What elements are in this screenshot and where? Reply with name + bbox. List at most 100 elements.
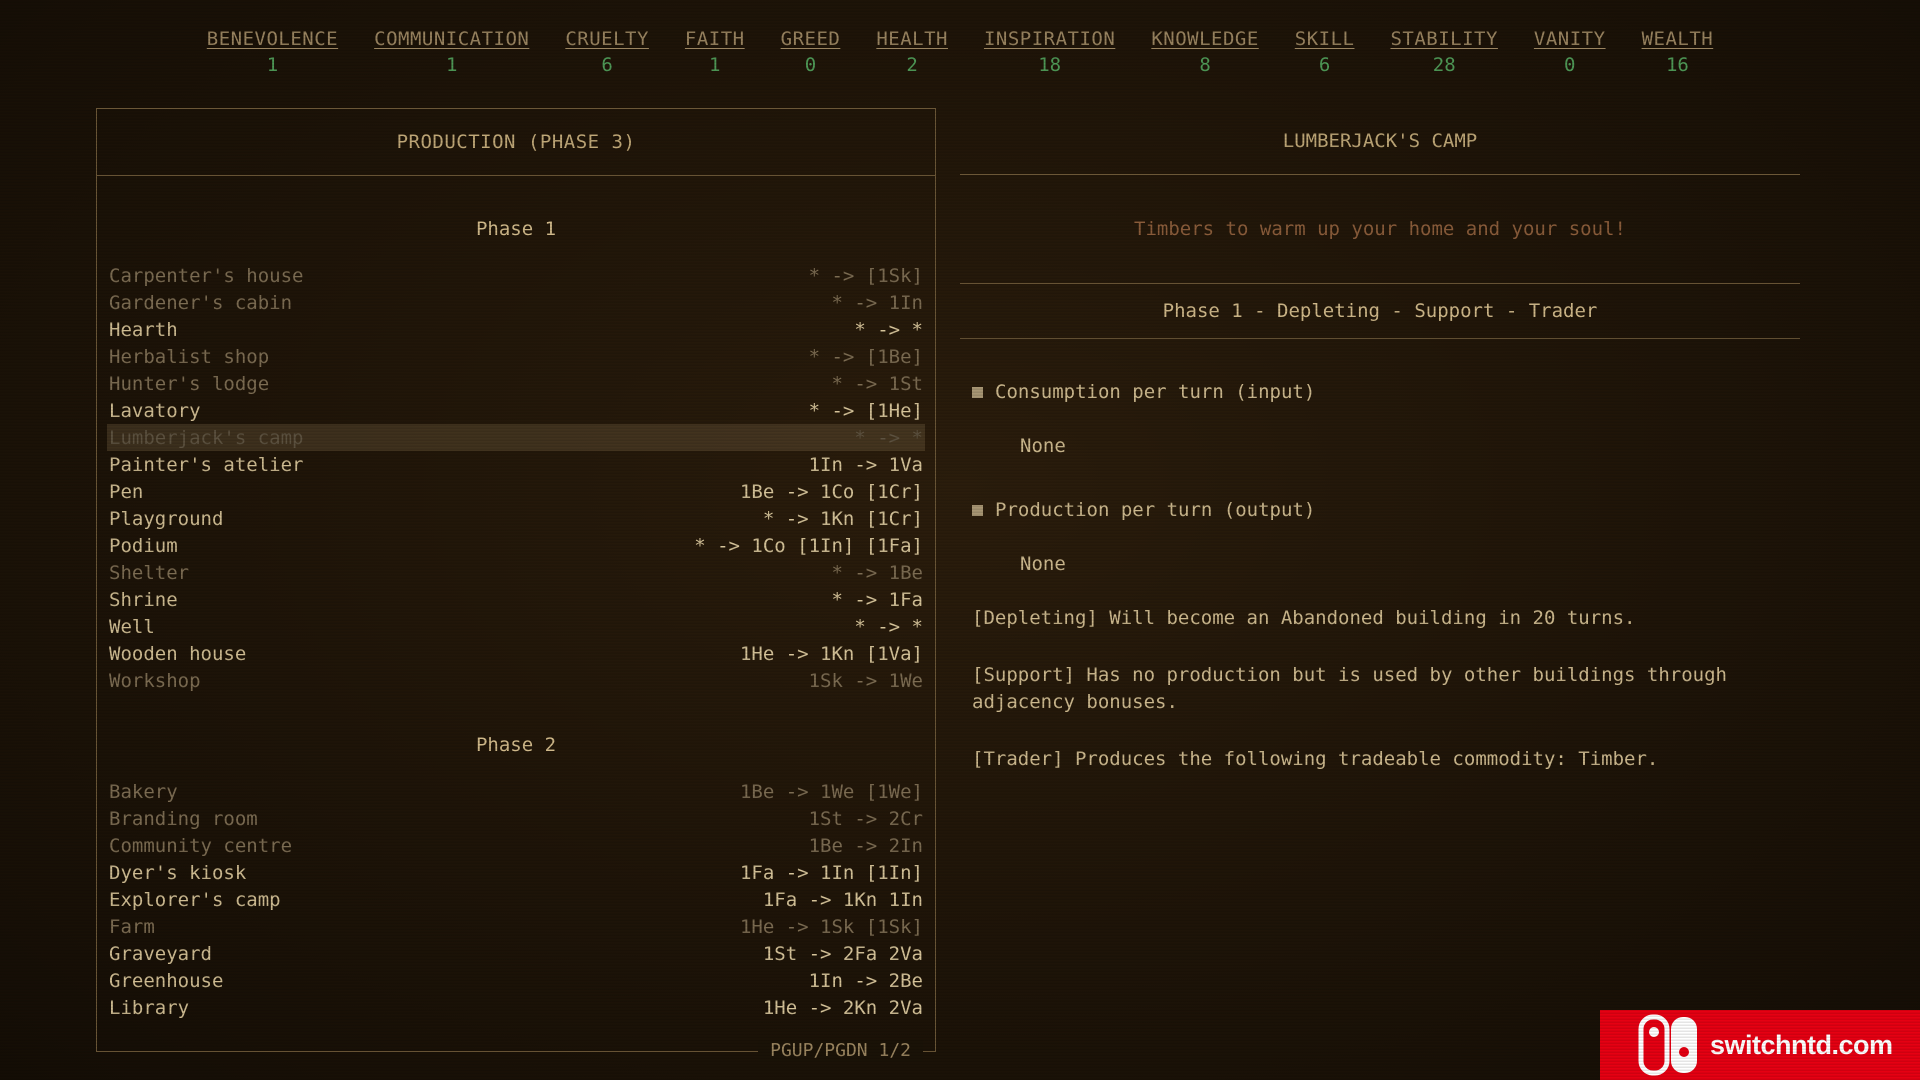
stat-health: HEALTH 2 (876, 28, 948, 76)
stat-name: HEALTH (876, 28, 948, 50)
building-recipe: 1In -> 1Va (808, 453, 923, 476)
building-row[interactable]: Graveyard 1St -> 2Fa 2Va (107, 940, 925, 967)
detail-title: LUMBERJACK'S CAMP (960, 108, 1800, 175)
building-row[interactable]: Podium * -> 1Co [1In] [1Fa] (107, 532, 925, 559)
square-bullet-icon (972, 504, 983, 516)
switch-logo-icon (1638, 1014, 1697, 1076)
building-name: Shrine (109, 588, 178, 611)
building-recipe: 1St -> 2Fa 2Va (762, 942, 923, 965)
building-name: Podium (109, 534, 178, 557)
production-title: PRODUCTION (PHASE 3) (97, 109, 935, 176)
building-row-selected[interactable]: Lumberjack's camp * -> * (107, 424, 925, 451)
building-row[interactable]: Carpenter's house * -> [1Sk] (107, 262, 925, 289)
building-name: Playground (109, 507, 224, 530)
stat-value: 16 (1665, 54, 1689, 76)
stat-wealth: WEALTH 16 (1642, 28, 1714, 76)
stat-skill: SKILL 6 (1295, 28, 1355, 76)
building-row[interactable]: Painter's atelier 1In -> 1Va (107, 451, 925, 478)
building-name: Farm (109, 915, 155, 938)
pager-hint: PGUP/PGDN 1/2 (758, 1040, 923, 1061)
building-name: Hearth (109, 318, 178, 341)
consumption-heading: Consumption per turn (input) (972, 381, 1788, 403)
building-recipe: 1St -> 2Cr (808, 807, 923, 830)
building-name: Branding room (109, 807, 258, 830)
flavor-text: Timbers to warm up your home and your so… (960, 175, 1800, 284)
building-row[interactable]: Branding room 1St -> 2Cr (107, 805, 925, 832)
building-recipe: 1In -> 2Be (808, 969, 923, 992)
stat-value: 18 (1038, 54, 1062, 76)
building-name: Dyer's kiosk (109, 861, 247, 884)
building-row[interactable]: Herbalist shop * -> [1Be] (107, 343, 925, 370)
production-heading: Production per turn (output) (972, 499, 1788, 521)
building-recipe: * -> 1Fa (831, 588, 923, 611)
square-bullet-icon (972, 386, 983, 398)
stats-bar: BENEVOLENCE 1 COMMUNICATION 1 CRUELTY 6 … (0, 28, 1920, 76)
building-row[interactable]: Playground * -> 1Kn [1Cr] (107, 505, 925, 532)
building-recipe: 1He -> 1Sk [1Sk] (739, 915, 923, 938)
consumption-value: None (1020, 435, 1066, 457)
building-recipe: * -> * (854, 615, 923, 638)
building-recipe: * -> [1Sk] (808, 264, 923, 287)
building-name: Wooden house (109, 642, 247, 665)
building-recipe: * -> [1Be] (808, 345, 923, 368)
stat-value: 1 (709, 54, 721, 76)
stat-greed: GREED 0 (781, 28, 841, 76)
building-name: Greenhouse (109, 969, 224, 992)
building-row[interactable]: Library 1He -> 2Kn 2Va (107, 994, 925, 1021)
building-row[interactable]: Lavatory * -> [1He] (107, 397, 925, 424)
building-recipe: * -> 1Be (831, 561, 923, 584)
building-row[interactable]: Wooden house 1He -> 1Kn [1Va] (107, 640, 925, 667)
building-name: Bakery (109, 780, 178, 803)
building-recipe: * -> 1In (831, 291, 923, 314)
building-name: Hunter's lodge (109, 372, 270, 395)
stat-value: 2 (906, 54, 918, 76)
building-name: Library (109, 996, 190, 1019)
consumption-label: Consumption per turn (input) (995, 381, 1316, 403)
building-row[interactable]: Workshop 1Sk -> 1We (107, 667, 925, 694)
building-row[interactable]: Gardener's cabin * -> 1In (107, 289, 925, 316)
watermark-text: switchntd.com (1710, 1029, 1893, 1060)
building-row[interactable]: Pen 1Be -> 1Co [1Cr] (107, 478, 925, 505)
building-row[interactable]: Farm 1He -> 1Sk [1Sk] (107, 913, 925, 940)
building-row[interactable]: Community centre 1Be -> 2In (107, 832, 925, 859)
building-name: Well (109, 615, 155, 638)
building-recipe: 1Fa -> 1Kn 1In (762, 888, 923, 911)
stat-value: 28 (1432, 54, 1456, 76)
building-name: Gardener's cabin (109, 291, 293, 314)
building-recipe: 1He -> 1Kn [1Va] (739, 642, 923, 665)
building-recipe: * -> 1St (831, 372, 923, 395)
building-recipe: 1Be -> 2In (808, 834, 923, 857)
building-name: Carpenter's house (109, 264, 304, 287)
stat-name: STABILITY (1390, 28, 1498, 50)
building-recipe: 1He -> 2Kn 2Va (762, 996, 923, 1019)
building-row[interactable]: Well * -> * (107, 613, 925, 640)
production-label: Production per turn (output) (995, 499, 1316, 521)
building-recipe: 1Fa -> 1In [1In] (739, 861, 923, 884)
production-value: None (1020, 553, 1066, 575)
building-recipe: * -> 1Co [1In] [1Fa] (694, 534, 923, 557)
stat-name: FAITH (684, 28, 745, 50)
building-recipe: * -> * (854, 426, 923, 449)
building-row[interactable]: Hunter's lodge * -> 1St (107, 370, 925, 397)
building-recipe: 1Sk -> 1We (808, 669, 923, 692)
building-row[interactable]: Bakery 1Be -> 1We [1We] (107, 778, 925, 805)
building-row[interactable]: Hearth * -> * (107, 316, 925, 343)
building-recipe: * -> [1He] (808, 399, 923, 422)
building-row[interactable]: Explorer's camp 1Fa -> 1Kn 1In (107, 886, 925, 913)
stat-name: GREED (780, 28, 841, 50)
building-row[interactable]: Shrine * -> 1Fa (107, 586, 925, 613)
building-row[interactable]: Shelter * -> 1Be (107, 559, 925, 586)
building-row[interactable]: Greenhouse 1In -> 2Be (107, 967, 925, 994)
building-row[interactable]: Dyer's kiosk 1Fa -> 1In [1In] (107, 859, 925, 886)
building-recipe: 1Be -> 1We [1We] (739, 780, 923, 803)
stat-name: COMMUNICATION (374, 28, 530, 50)
building-name: Painter's atelier (109, 453, 304, 476)
production-panel: PRODUCTION (PHASE 3) Phase 1 Carpenter's… (96, 108, 936, 1061)
stat-name: KNOWLEDGE (1151, 28, 1259, 50)
building-list: Phase 1 Carpenter's house * -> [1Sk] Gard… (97, 218, 935, 1021)
building-tags: Phase 1 - Depleting - Support - Trader (960, 284, 1800, 339)
building-name: Explorer's camp (109, 888, 281, 911)
stat-inspiration: INSPIRATION 18 (984, 28, 1115, 76)
building-name: Lavatory (109, 399, 201, 422)
detail-body: Consumption per turn (input) None Produc… (960, 381, 1800, 773)
